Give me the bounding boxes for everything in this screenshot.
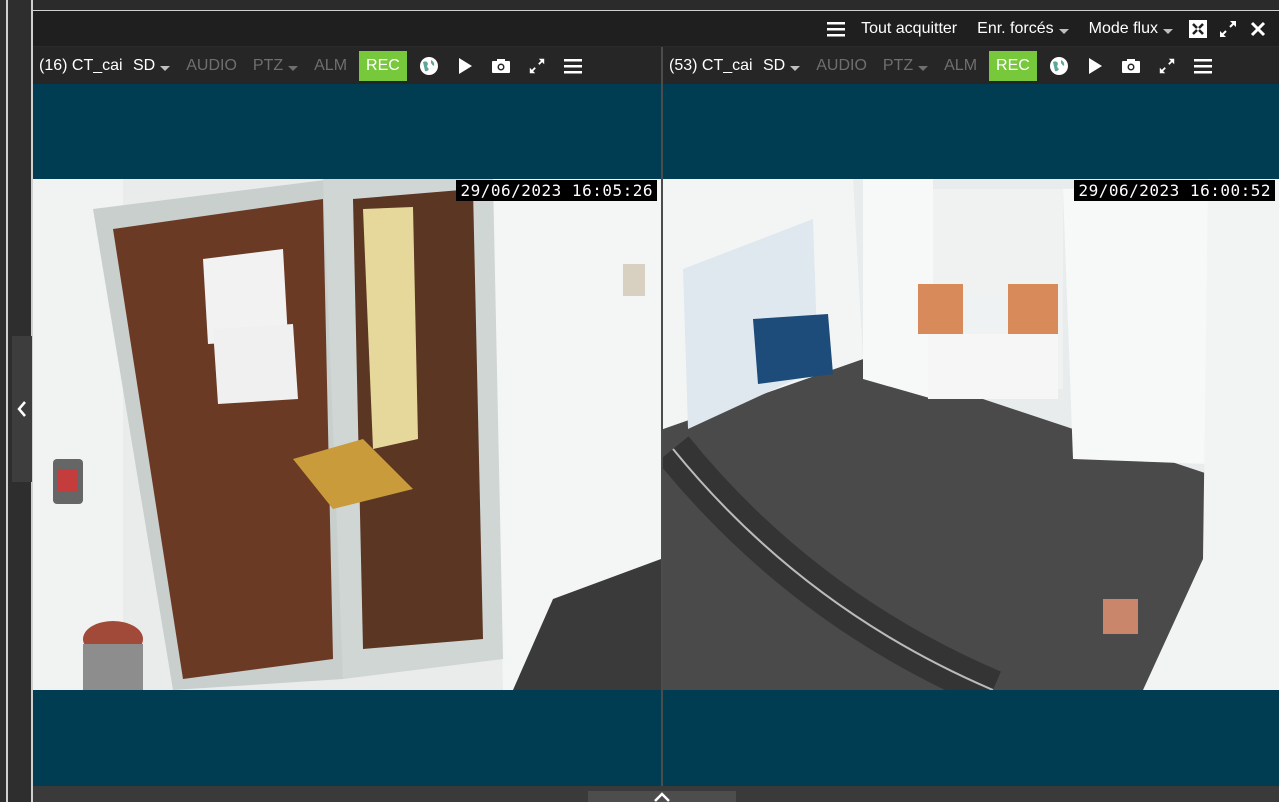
menu-icon [1193, 58, 1212, 73]
ptz-dropdown[interactable]: PTZ [245, 57, 306, 75]
ack-all-button[interactable]: Tout acquitter [851, 11, 967, 47]
camera-name: (53) CT_cai [669, 56, 753, 74]
play-icon [1088, 57, 1102, 74]
quality-label: SD [133, 56, 156, 74]
playback-button[interactable] [1077, 47, 1113, 84]
alarm-label: ALM [314, 56, 348, 74]
rec-button[interactable]: REC [359, 50, 407, 81]
rec-label: REC [366, 56, 400, 74]
chevron-left-icon [17, 401, 26, 417]
rec-button[interactable]: REC [989, 50, 1037, 81]
camera-icon [1121, 58, 1140, 73]
sidebar-collapse-button[interactable] [12, 336, 32, 482]
snapshot-button[interactable] [1113, 47, 1149, 84]
rec-label: REC [996, 56, 1030, 74]
video-tile-2[interactable]: 29/06/2023 16:00:52 [663, 84, 1279, 786]
close-button[interactable] [1243, 11, 1273, 47]
ptz-label: PTZ [252, 56, 284, 74]
stream-mode-dropdown[interactable]: Mode flux [1079, 11, 1183, 47]
expand-icon [1159, 58, 1175, 73]
globe-icon [1049, 56, 1068, 75]
layout-icon [1189, 19, 1207, 38]
ptz-label: PTZ [882, 56, 914, 74]
bottom-panel-expand-button[interactable] [588, 791, 736, 802]
alarm-label: ALM [944, 56, 978, 74]
caret-down-icon [1163, 28, 1173, 34]
chevron-up-icon [654, 792, 670, 802]
tile-menu-button[interactable] [1185, 47, 1221, 84]
camera-name: (16) CT_cai [39, 56, 123, 74]
caret-down-icon [790, 65, 801, 71]
video-timestamp: 29/06/2023 16:05:26 [456, 180, 657, 201]
tile-2-toolbar: (53) CT_cai SD AUDIO PTZ ALM REC [663, 47, 1279, 84]
tile-menu-button[interactable] [555, 47, 591, 84]
audio-button[interactable]: AUDIO [178, 57, 245, 75]
expand-icon [529, 58, 545, 73]
tile-1-toolbar: (16) CT_cai SD AUDIO PTZ ALM REC [33, 47, 661, 84]
expand-icon [1220, 20, 1236, 37]
playback-button[interactable] [447, 47, 483, 84]
caret-down-icon [918, 65, 929, 71]
caret-down-icon [1058, 28, 1069, 34]
alarm-button[interactable]: ALM [936, 57, 985, 75]
caret-down-icon [160, 65, 171, 71]
quality-label: SD [763, 56, 786, 74]
fullscreen-button[interactable] [1213, 11, 1243, 47]
toolbar-menu-button[interactable] [821, 11, 851, 47]
main-toolbar: Tout acquitter Enr. forcés Mode flux [33, 10, 1279, 46]
video-timestamp: 29/06/2023 16:00:52 [1074, 180, 1275, 201]
camera-feed-image [663, 179, 1279, 690]
audio-label: AUDIO [816, 56, 867, 74]
menu-icon [563, 58, 582, 73]
quality-dropdown[interactable]: SD [125, 57, 178, 75]
web-view-button[interactable] [411, 47, 447, 84]
caret-down-icon [288, 65, 299, 71]
play-icon [458, 57, 472, 74]
forced-rec-dropdown[interactable]: Enr. forcés [967, 11, 1078, 47]
rail-border [6, 0, 8, 802]
globe-icon [419, 56, 438, 75]
ptz-dropdown[interactable]: PTZ [875, 57, 936, 75]
menu-icon [827, 21, 846, 36]
camera-feed[interactable]: 29/06/2023 16:05:26 [33, 179, 661, 690]
audio-label: AUDIO [186, 56, 237, 74]
ack-all-label: Tout acquitter [861, 19, 958, 37]
tile-expand-button[interactable] [1149, 47, 1185, 84]
layout-button[interactable] [1183, 11, 1213, 47]
snapshot-button[interactable] [483, 47, 519, 84]
stream-mode-label: Mode flux [1088, 19, 1158, 37]
tile-expand-button[interactable] [519, 47, 555, 84]
camera-feed[interactable]: 29/06/2023 16:00:52 [663, 179, 1279, 690]
alarm-button[interactable]: ALM [306, 57, 355, 75]
audio-button[interactable]: AUDIO [808, 57, 875, 75]
tile-divider [661, 47, 663, 786]
camera-feed-image [33, 179, 661, 690]
web-view-button[interactable] [1041, 47, 1077, 84]
camera-icon [491, 58, 510, 73]
quality-dropdown[interactable]: SD [755, 57, 808, 75]
forced-rec-label: Enr. forcés [977, 19, 1054, 37]
close-icon [1250, 21, 1266, 36]
video-tile-1[interactable]: 29/06/2023 16:05:26 [33, 84, 661, 786]
